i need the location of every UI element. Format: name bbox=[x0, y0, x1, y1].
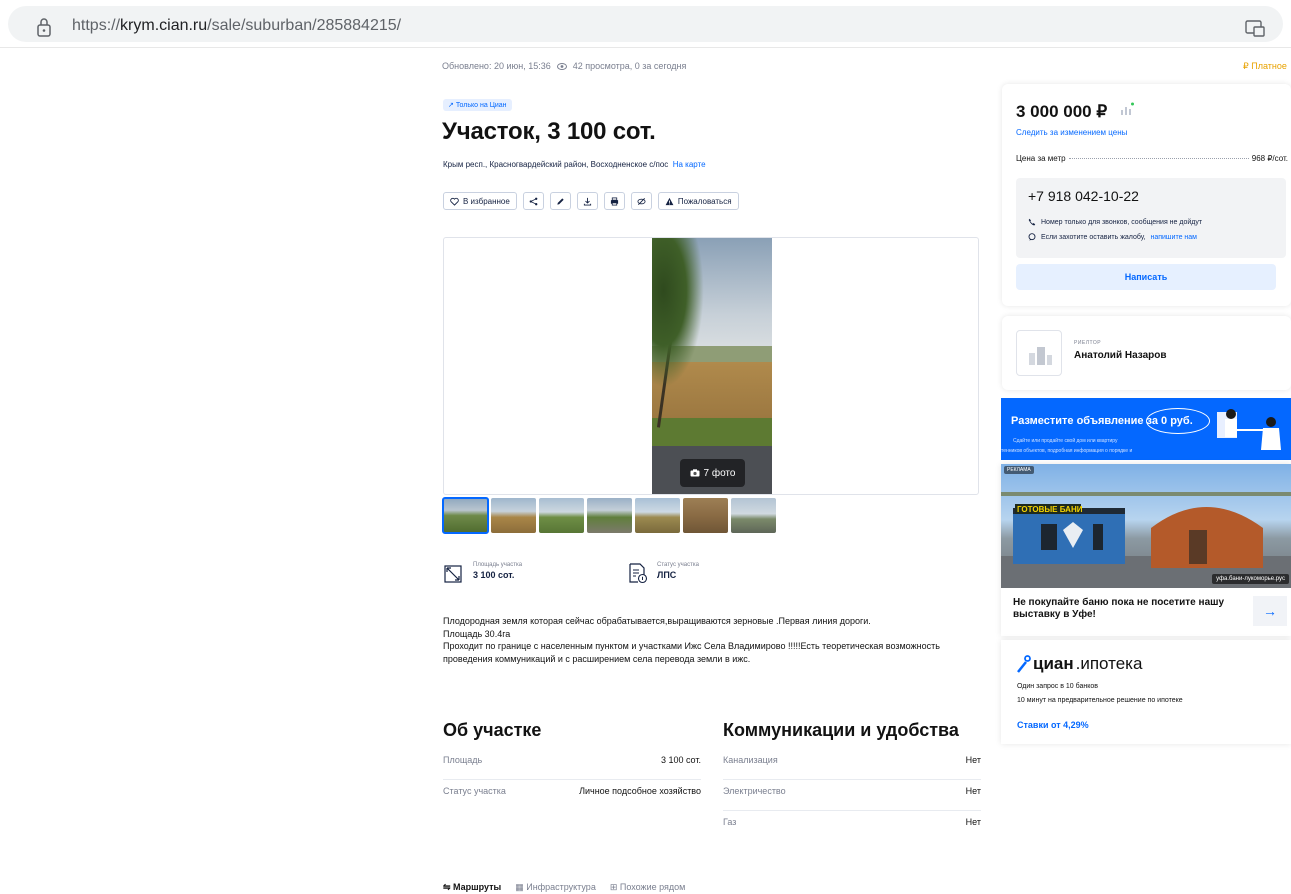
price-card: 3 000 000 ₽ Следить за изменением цены Ц… bbox=[1002, 84, 1291, 306]
url-field[interactable]: https://krym.cian.ru/sale/suburban/28588… bbox=[8, 6, 1283, 42]
agent-avatar bbox=[1016, 330, 1062, 376]
eye-icon bbox=[556, 62, 567, 70]
sauna-illustration: ГОТОВЫЕ БАНИ bbox=[1001, 492, 1291, 588]
spec-area: Площадь участка 3 100 сот. bbox=[443, 562, 522, 584]
camera-icon bbox=[690, 469, 700, 477]
download-icon bbox=[583, 197, 591, 206]
communications-title: Коммуникации и удобства bbox=[723, 720, 959, 740]
ad-site[interactable]: уфа.бани-лукоморье.рус bbox=[1212, 574, 1289, 584]
thumbnail[interactable] bbox=[491, 498, 536, 533]
area-icon bbox=[444, 565, 462, 583]
communication-row: Канализация Нет bbox=[723, 749, 981, 780]
agent-card[interactable]: РИЕЛТОР Анатолий Назаров bbox=[1002, 316, 1291, 390]
note-button[interactable] bbox=[549, 192, 571, 210]
hide-icon bbox=[637, 197, 646, 205]
building-icon bbox=[1029, 347, 1052, 365]
write-us-link[interactable]: напишите нам bbox=[1150, 234, 1197, 241]
views-text: 42 просмотра, 0 за сегодня bbox=[572, 61, 687, 71]
ad-image[interactable]: ГОТОВЫЕ БАНИ РЕКЛАМА уфа.бани-лукоморье.… bbox=[1001, 464, 1291, 588]
complain-button[interactable]: Пожаловаться bbox=[657, 192, 739, 210]
mortgage-rate-link[interactable]: Ставки от 4,29% bbox=[1017, 720, 1089, 730]
thumbnail[interactable] bbox=[731, 498, 776, 533]
ad-card[interactable]: ГОТОВЫЕ БАНИ РЕКЛАМА уфа.бани-лукоморье.… bbox=[1001, 464, 1291, 636]
phone-icon bbox=[1028, 218, 1036, 226]
favorite-button[interactable]: В избранное bbox=[443, 192, 517, 210]
phone-box: +7 918 042-10-22 Номер только для звонко… bbox=[1016, 178, 1286, 258]
share-icon bbox=[529, 197, 538, 205]
page-title: Участок, 3 100 сот. bbox=[442, 118, 656, 145]
print-button[interactable] bbox=[603, 192, 625, 210]
price-history-icon[interactable] bbox=[1120, 102, 1134, 116]
thumbnail[interactable] bbox=[442, 497, 489, 534]
thumbnail[interactable] bbox=[635, 498, 680, 533]
address: Крым респ., Красногвардейский район, Вос… bbox=[443, 160, 706, 169]
pencil-icon bbox=[557, 197, 564, 205]
document-status-icon bbox=[629, 563, 648, 584]
thumbnail[interactable] bbox=[539, 498, 584, 533]
write-button[interactable]: Написать bbox=[1016, 264, 1276, 290]
spec-status: Статус участка ЛПС bbox=[627, 562, 699, 584]
url-text[interactable]: https://krym.cian.ru/sale/suburban/28588… bbox=[72, 17, 401, 35]
agent-name[interactable]: Анатолий Назаров bbox=[1074, 350, 1167, 361]
main-photo[interactable] bbox=[652, 238, 772, 494]
ad-sign: ГОТОВЫЕ БАНИ bbox=[1017, 505, 1083, 514]
phone-number[interactable]: +7 918 042-10-22 bbox=[1028, 188, 1139, 204]
ad-headline[interactable]: Не покупайте баню пока не посетите нашу … bbox=[1013, 597, 1253, 621]
map-link[interactable]: На карте bbox=[673, 160, 706, 169]
download-button[interactable] bbox=[576, 192, 598, 210]
promo-banner[interactable]: Разместите объявление за 0 руб. Сдайте и… bbox=[1001, 398, 1291, 460]
promo-note: тенников объектов, подробная информация … bbox=[1001, 448, 1133, 454]
communication-row: Газ Нет bbox=[723, 817, 981, 827]
photo-gallery[interactable]: 7 фото bbox=[443, 237, 979, 495]
mortgage-line1: Один запрос в 10 банков bbox=[1017, 683, 1098, 690]
tab-search-icon[interactable] bbox=[1245, 19, 1265, 37]
about-row: Площадь 3 100 сот. bbox=[443, 749, 701, 780]
site-info-icon[interactable] bbox=[36, 16, 52, 38]
browser-address-bar: https://krym.cian.ru/sale/suburban/28588… bbox=[0, 0, 1291, 48]
phone-note: Номер только для звонков, сообщения не д… bbox=[1028, 218, 1202, 226]
thumbnail-strip bbox=[442, 497, 776, 534]
description: Плодородная земля которая сейчас обрабат… bbox=[443, 616, 940, 664]
listing-meta: Обновлено: 20 июн, 15:36 42 просмотра, 0… bbox=[442, 61, 686, 71]
tab-infrastructure[interactable]: ▦ Инфраструктура bbox=[515, 882, 596, 893]
about-title: Об участке bbox=[443, 720, 542, 740]
paid-label[interactable]: ₽ Платное bbox=[1243, 61, 1287, 72]
price-per-unit: Цена за метр 968 ₽/сот. bbox=[1016, 154, 1288, 163]
heart-icon bbox=[450, 197, 459, 206]
about-row: Статус участка Личное подсобное хозяйство bbox=[443, 786, 701, 796]
action-bar: В избранное Пожаловаться bbox=[443, 192, 739, 210]
photo-count-button[interactable]: 7 фото bbox=[680, 459, 745, 487]
thumbnail[interactable] bbox=[587, 498, 632, 533]
print-icon bbox=[610, 196, 618, 206]
tab-routes[interactable]: ⇋ Маршруты bbox=[443, 882, 501, 893]
mortgage-card[interactable]: циан .ипотека Один запрос в 10 банков 10 … bbox=[1001, 640, 1291, 744]
share-button[interactable] bbox=[522, 192, 544, 210]
mortgage-line2: 10 минут на предварительное решение по и… bbox=[1017, 697, 1183, 704]
agent-role: РИЕЛТОР bbox=[1074, 340, 1102, 346]
ad-label: РЕКЛАМА bbox=[1004, 466, 1034, 474]
updated-text: Обновлено: 20 июн, 15:36 bbox=[442, 61, 551, 71]
people-illustration bbox=[1217, 409, 1281, 450]
tab-nearby[interactable]: ⊞ Похожие рядом bbox=[610, 882, 686, 893]
complaint-note: Если захотите оставить жалобу, напишите … bbox=[1028, 233, 1197, 241]
price: 3 000 000 ₽ bbox=[1016, 102, 1108, 121]
follow-price-link[interactable]: Следить за изменением цены bbox=[1016, 128, 1127, 137]
only-on-cian-badge: ↗ Только на Циан bbox=[443, 99, 512, 111]
map-tabs: ⇋ Маршруты ▦ Инфраструктура ⊞ Похожие ря… bbox=[443, 882, 685, 893]
communication-row: Электричество Нет bbox=[723, 780, 981, 811]
chat-icon bbox=[1028, 233, 1036, 241]
hide-button[interactable] bbox=[630, 192, 652, 210]
cian-mortgage-logo: циан .ипотека bbox=[1017, 654, 1142, 674]
promo-subtitle: Сдайте или продайте свой дом или квартир… bbox=[1013, 438, 1118, 444]
arrow-right-icon[interactable]: → bbox=[1253, 596, 1287, 626]
cian-logo-icon bbox=[1017, 655, 1031, 673]
warning-icon bbox=[665, 197, 674, 205]
thumbnail[interactable] bbox=[683, 498, 728, 533]
